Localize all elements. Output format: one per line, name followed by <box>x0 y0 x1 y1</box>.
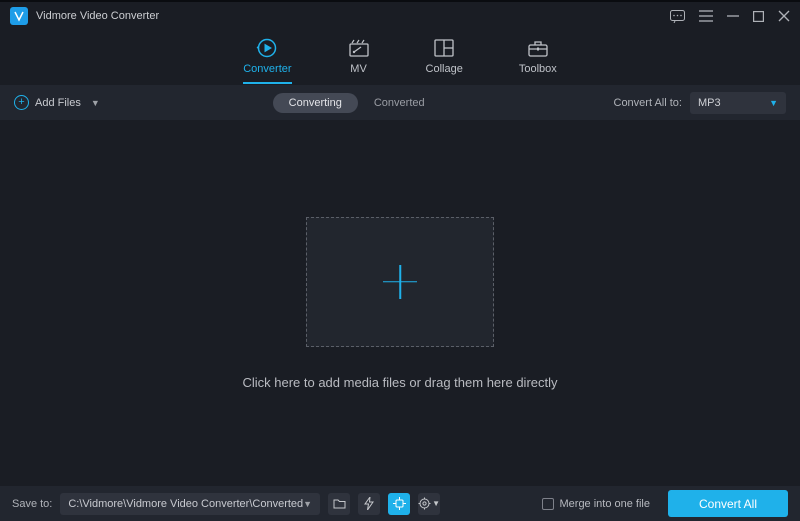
toolbar: + Add Files ▼ Converting Converted Conve… <box>0 85 800 120</box>
save-to-label: Save to: <box>12 498 52 510</box>
drop-area[interactable]: Click here to add media files or drag th… <box>0 120 800 486</box>
tab-label: Converter <box>243 63 291 75</box>
main-tab-bar: Converter MV Collage Toolbox <box>0 30 800 85</box>
tab-label: Toolbox <box>519 63 557 75</box>
tab-label: MV <box>350 63 367 75</box>
lightning-button[interactable] <box>358 493 380 515</box>
maximize-icon[interactable] <box>753 11 764 22</box>
subtab-converted[interactable]: Converted <box>358 93 441 113</box>
tab-label: Collage <box>426 63 463 75</box>
merge-label: Merge into one file <box>560 498 651 510</box>
plus-icon <box>383 265 417 299</box>
chip-icon <box>393 497 406 510</box>
close-icon[interactable] <box>778 10 790 22</box>
merge-checkbox[interactable]: Merge into one file <box>542 498 651 510</box>
app-logo-icon <box>10 7 28 25</box>
tab-converter[interactable]: Converter <box>243 37 291 78</box>
mv-icon <box>348 37 370 59</box>
chevron-down-icon: ▼ <box>303 499 312 509</box>
menu-icon[interactable] <box>699 10 713 22</box>
add-files-button[interactable]: + Add Files ▼ <box>14 95 100 110</box>
save-path-value: C:\Vidmore\Vidmore Video Converter\Conve… <box>68 498 303 510</box>
convert-all-to-label: Convert All to: <box>614 97 682 109</box>
minimize-icon[interactable] <box>727 10 739 22</box>
convert-all-button[interactable]: Convert All <box>668 490 788 517</box>
gear-icon <box>418 497 431 510</box>
title-bar: Vidmore Video Converter <box>0 0 800 30</box>
chevron-down-icon: ▼ <box>432 499 440 508</box>
sub-tab-bar: Converting Converted <box>273 93 441 113</box>
subtab-converting[interactable]: Converting <box>273 93 358 113</box>
lightning-icon <box>364 497 374 510</box>
collage-icon <box>433 37 455 59</box>
toolbox-icon <box>527 37 549 59</box>
feedback-icon[interactable] <box>670 10 685 23</box>
gpu-accel-button[interactable] <box>388 493 410 515</box>
app-title: Vidmore Video Converter <box>36 10 670 22</box>
convert-all-to: Convert All to: MP3 ▼ <box>614 92 786 114</box>
folder-icon <box>333 498 346 509</box>
bottom-bar: Save to: C:\Vidmore\Vidmore Video Conver… <box>0 486 800 521</box>
save-path-dropdown[interactable]: C:\Vidmore\Vidmore Video Converter\Conve… <box>60 493 320 515</box>
settings-button[interactable]: ▼ <box>418 493 440 515</box>
tab-collage[interactable]: Collage <box>426 37 463 78</box>
converter-icon <box>256 37 278 59</box>
chevron-down-icon: ▼ <box>91 98 100 108</box>
format-dropdown[interactable]: MP3 ▼ <box>690 92 786 114</box>
open-folder-button[interactable] <box>328 493 350 515</box>
tab-mv[interactable]: MV <box>348 37 370 78</box>
window-controls <box>670 10 790 23</box>
add-files-label: Add Files <box>35 97 81 109</box>
checkbox-icon <box>542 498 554 510</box>
tab-toolbox[interactable]: Toolbox <box>519 37 557 78</box>
format-value: MP3 <box>698 97 721 109</box>
drop-box[interactable] <box>306 217 494 347</box>
plus-circle-icon: + <box>14 95 29 110</box>
drop-hint: Click here to add media files or drag th… <box>242 375 557 390</box>
chevron-down-icon: ▼ <box>769 98 778 108</box>
